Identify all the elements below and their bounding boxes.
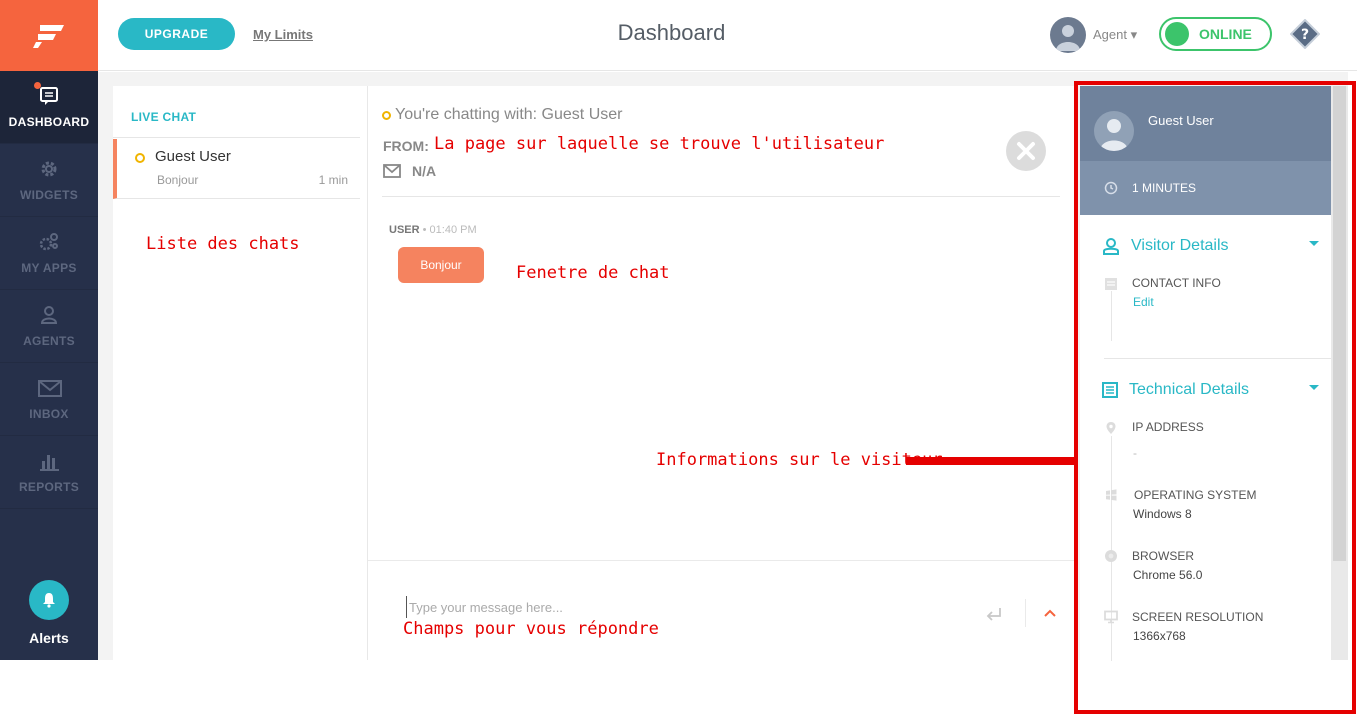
envelope-icon: [383, 164, 401, 178]
my-limits-link[interactable]: My Limits: [253, 27, 313, 42]
divider: [368, 560, 1074, 561]
brand-logo[interactable]: [0, 0, 98, 71]
sidebar-item-inbox[interactable]: INBOX: [0, 363, 98, 436]
annotation-pointer-line: [906, 457, 1076, 465]
gear-icon: [38, 158, 60, 180]
visitor-email-value: N/A: [412, 163, 437, 179]
sidebar-item-reports[interactable]: REPORTS: [0, 436, 98, 509]
chat-header: You're chatting with: Guest User: [382, 106, 622, 124]
chevron-up-icon[interactable]: [1043, 606, 1057, 620]
sidebar-item-dashboard[interactable]: DASHBOARD: [0, 71, 98, 144]
alerts-button[interactable]: Alerts: [0, 580, 98, 646]
dashboard-icon: [34, 82, 60, 107]
message-bubble: Bonjour: [398, 247, 484, 283]
sidebar-item-label: REPORTS: [18, 480, 80, 494]
sidebar-item-label: DASHBOARD: [8, 115, 90, 129]
sidebar: DASHBOARD WIDGETS MY APPS AGENTS INBOX R…: [0, 0, 98, 660]
message-meta: USER • 01:40 PM: [389, 224, 477, 236]
sidebar-item-my-apps[interactable]: MY APPS: [0, 217, 98, 290]
sidebar-item-label: MY APPS: [21, 261, 77, 275]
message-input[interactable]: [406, 596, 946, 618]
message-time: • 01:40 PM: [422, 224, 477, 236]
annotation-from-page: La page sur laquelle se trouve l'utilisa…: [434, 134, 885, 154]
annotation-chat-window: Fenetre de chat: [516, 263, 670, 283]
divider: [113, 137, 360, 138]
help-icon[interactable]: ?: [1289, 18, 1321, 50]
agent-dropdown[interactable]: Agent ▾: [1093, 27, 1137, 43]
bar-chart-icon: [38, 450, 60, 472]
online-status-toggle[interactable]: ONLINE: [1159, 17, 1272, 51]
apps-icon: [38, 231, 60, 253]
pending-status-icon: [382, 110, 391, 120]
app-root: DASHBOARD WIDGETS MY APPS AGENTS INBOX R…: [0, 0, 1357, 714]
pending-status-icon: [135, 153, 145, 163]
sidebar-item-widgets[interactable]: WIDGETS: [0, 144, 98, 217]
upgrade-button[interactable]: UPGRADE: [118, 18, 235, 50]
sidebar-item-label: WIDGETS: [19, 188, 79, 202]
from-label: FROM:: [383, 138, 429, 154]
status-label: ONLINE: [1199, 26, 1252, 42]
notification-dot: [34, 82, 41, 89]
toggle-knob: [1165, 22, 1189, 46]
alerts-label: Alerts: [29, 630, 69, 646]
divider: [382, 196, 1060, 197]
top-header: UPGRADE My Limits Dashboard Agent ▾ ONLI…: [98, 0, 1357, 71]
sidebar-item-label: AGENTS: [23, 334, 75, 348]
live-chat-heading: LIVE CHAT: [131, 110, 197, 124]
chat-window: You're chatting with: Guest User FROM: N…: [368, 86, 1074, 660]
agent-avatar[interactable]: [1050, 17, 1086, 53]
message-sender: USER: [389, 224, 420, 236]
chat-visitor-name: Guest User: [155, 148, 231, 165]
chat-list-item[interactable]: Guest User Bonjour 1 min: [113, 139, 360, 199]
help-glyph: ?: [1301, 27, 1309, 43]
annotation-chat-list: Liste des chats: [146, 234, 300, 254]
annotation-highlight-box: [1074, 81, 1356, 714]
page-title: Dashboard: [617, 20, 726, 45]
chatting-with-label: You're chatting with: Guest User: [395, 106, 623, 123]
chat-preview: Bonjour: [157, 173, 199, 187]
close-chat-button[interactable]: [1006, 131, 1046, 171]
envelope-icon: [38, 377, 62, 399]
annotation-visitor-info: Informations sur le visiteur: [656, 450, 943, 470]
sidebar-item-label: INBOX: [29, 407, 69, 421]
close-icon: [1017, 142, 1035, 160]
logo-icon: [33, 24, 64, 48]
chat-time: 1 min: [318, 173, 348, 187]
send-enter-icon[interactable]: [986, 606, 1002, 622]
agents-icon: [38, 304, 60, 326]
divider: [1025, 599, 1026, 627]
sidebar-item-agents[interactable]: AGENTS: [0, 290, 98, 363]
annotation-reply-field: Champs pour vous répondre: [403, 619, 659, 639]
bell-icon: [29, 580, 69, 620]
chat-list-panel: LIVE CHAT Guest User Bonjour 1 min: [113, 86, 368, 660]
visitor-email-row: N/A: [383, 163, 436, 179]
